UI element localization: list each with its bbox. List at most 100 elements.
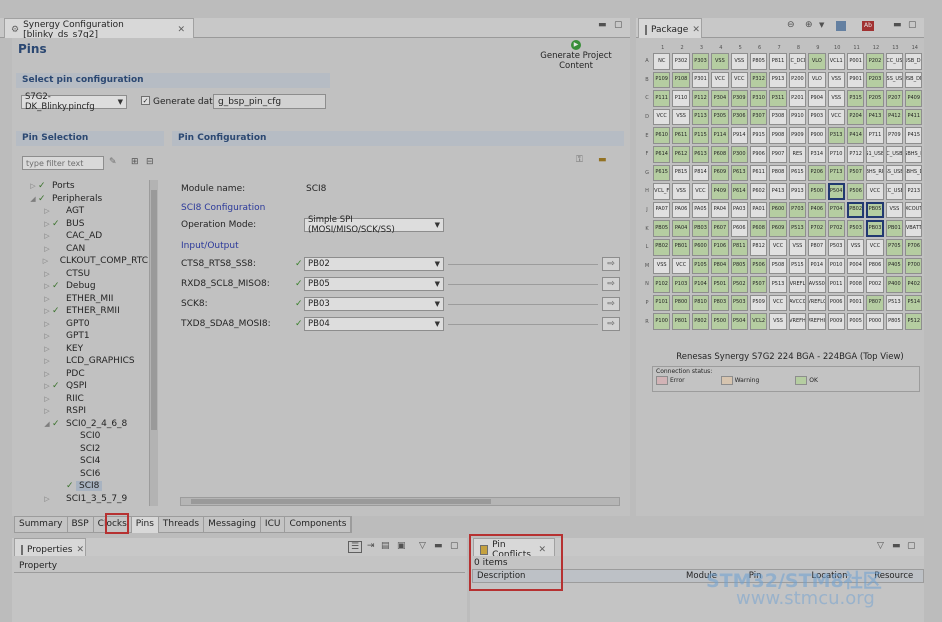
pin-cell[interactable]: P801 [672, 313, 690, 330]
pin-cell[interactable]: P807 [808, 238, 826, 256]
pin-cell[interactable]: P811 [730, 238, 748, 256]
pin-cell[interactable]: VBATT [905, 220, 923, 237]
pin-cell[interactable]: P300 [730, 145, 748, 163]
go-to-pin-button[interactable]: ⇨ [602, 257, 620, 271]
pin-cell[interactable]: XCOUT [905, 201, 923, 219]
pin-cell[interactable]: P608 [711, 145, 729, 163]
pin-cell[interactable]: P207 [885, 90, 904, 107]
pin-cell[interactable]: P907 [769, 145, 787, 163]
maximize-icon[interactable]: ▢ [450, 541, 459, 551]
minimize-icon[interactable]: ▬ [434, 541, 443, 551]
pin-cell[interactable]: VSS [827, 71, 845, 89]
pin-cell[interactable]: P502 [730, 276, 748, 293]
pin-cell[interactable]: P306 [730, 108, 748, 126]
pin-cell[interactable]: PA03 [730, 201, 748, 219]
pin-cell[interactable]: PB05 [653, 220, 671, 237]
pin-cell[interactable]: P503 [846, 220, 865, 237]
pin-cell[interactable]: P204 [846, 108, 865, 126]
pin-select[interactable]: PB03 ▼ [304, 297, 444, 311]
pin-cell[interactable]: P614 [653, 145, 671, 163]
pin-cell[interactable]: P402 [905, 276, 923, 293]
pin-cell[interactable]: P910 [788, 108, 807, 126]
go-to-pin-button[interactable]: ⇨ [602, 317, 620, 331]
tree-item[interactable]: ▷ GPT1 [28, 330, 148, 343]
tree-item[interactable]: ◢ ✓ SCI0_2_4_6_8 [28, 418, 148, 431]
maximize-icon[interactable]: ▢ [907, 541, 916, 551]
pin-cell[interactable]: P504 [730, 313, 748, 330]
filter-input[interactable] [22, 156, 104, 170]
pin-cell[interactable]: VCL1 [827, 53, 845, 70]
pin-cell[interactable]: PB03 [866, 220, 884, 237]
pin-cell[interactable]: P111 [653, 90, 671, 107]
pin-cell[interactable]: VCC [827, 108, 845, 126]
pin-cell[interactable]: AVSS_USBHS [885, 164, 904, 182]
pin-cell[interactable]: P000 [866, 313, 884, 330]
pin-cell[interactable]: P411 [905, 108, 923, 126]
pin-cell[interactable]: VSS [711, 53, 729, 70]
pin-cell[interactable]: P504 [827, 183, 845, 200]
pin-cell[interactable]: P004 [846, 257, 865, 275]
minimize-icon[interactable]: ▬ [598, 20, 607, 30]
pin-cell[interactable]: P011 [827, 276, 845, 293]
h-scrollbar-thumb[interactable] [191, 499, 491, 504]
tree-item[interactable]: ▷ KEY [28, 343, 148, 356]
expand-icon[interactable]: ▷ [42, 332, 52, 340]
collapse-all-icon[interactable]: ⊟ [146, 157, 154, 167]
tree-item[interactable]: ▷ ✓ ETHER_RMII [28, 305, 148, 318]
pin-cell[interactable]: P703 [788, 201, 807, 219]
pin-cell[interactable]: P614 [730, 183, 748, 200]
pin-cell[interactable]: P904 [808, 90, 826, 107]
pin-cell[interactable]: P001 [846, 53, 865, 70]
pin-cell[interactable]: P503 [827, 238, 845, 256]
pin-cell[interactable]: P103 [672, 276, 690, 293]
pin-cell[interactable]: USB_DP [905, 53, 923, 70]
pin-cell[interactable]: P802 [691, 313, 710, 330]
pin-cell[interactable]: P615 [788, 164, 807, 182]
pin-cell[interactable]: VCC_DCDC [788, 53, 807, 70]
pin-cell[interactable]: P010 [827, 257, 845, 275]
expand-icon[interactable]: ▷ [42, 270, 52, 278]
pin-cell[interactable]: USBHS_RREF [866, 164, 884, 182]
pin-cell[interactable]: P804 [711, 257, 729, 275]
pin-cell[interactable]: P706 [905, 238, 923, 256]
pin-cell[interactable]: P615 [653, 164, 671, 182]
pin-cell[interactable]: PB01 [672, 238, 690, 256]
tree-item[interactable]: SCI0 [28, 430, 148, 443]
pin-cell[interactable]: PA05 [691, 201, 710, 219]
pin-cell[interactable]: P310 [749, 90, 768, 107]
pin-cell[interactable]: P600 [769, 201, 787, 219]
pin-cell[interactable]: P500 [711, 313, 729, 330]
pin-cell[interactable]: P609 [711, 164, 729, 182]
pin-cell[interactable]: P915 [749, 127, 768, 144]
bottom-tab-bsp[interactable]: BSP [68, 517, 94, 533]
lock-icon[interactable]: ⚿ [576, 155, 583, 165]
pin-cell[interactable]: P506 [846, 183, 865, 200]
tree-item[interactable]: ▷ ✓ Debug [28, 280, 148, 293]
pin-cell[interactable]: P805 [749, 53, 768, 70]
pin-cell[interactable]: P409 [905, 90, 923, 107]
pin-cell[interactable]: P412 [885, 108, 904, 126]
pin-cell[interactable]: VSS [672, 183, 690, 200]
pin-cell[interactable]: VLO [808, 53, 826, 70]
pin-cell[interactable]: P610 [653, 127, 671, 144]
pin-cell[interactable]: P812 [749, 238, 768, 256]
pin-cell[interactable]: PA06 [672, 201, 690, 219]
zoom-in-icon[interactable]: ⊕ [805, 20, 813, 30]
tree-scrollbar-thumb[interactable] [151, 190, 157, 430]
folder-icon[interactable]: ▬ [598, 155, 607, 165]
pin-cell[interactable]: P113 [691, 108, 710, 126]
pin-cell[interactable]: P807 [866, 294, 884, 312]
pin-cell[interactable]: P304 [711, 90, 729, 107]
pin-cell[interactable]: P507 [749, 276, 768, 293]
pin-cell[interactable]: P806 [866, 257, 884, 275]
clear-filter-icon[interactable]: ✎ [109, 157, 117, 167]
pin-cell[interactable]: VLO [808, 71, 826, 89]
bottom-tab-summary[interactable]: Summary [15, 517, 68, 533]
label-view-icon[interactable]: Ab [862, 21, 874, 31]
expanded-icon[interactable]: ◢ [42, 420, 52, 428]
pin-cell[interactable]: P005 [846, 313, 865, 330]
pin-cell[interactable]: VSS1_USBHS [866, 145, 884, 163]
pin-cell[interactable]: P506 [749, 257, 768, 275]
grid-view-icon[interactable] [836, 21, 846, 31]
bottom-tab-icu[interactable]: ICU [261, 517, 286, 533]
